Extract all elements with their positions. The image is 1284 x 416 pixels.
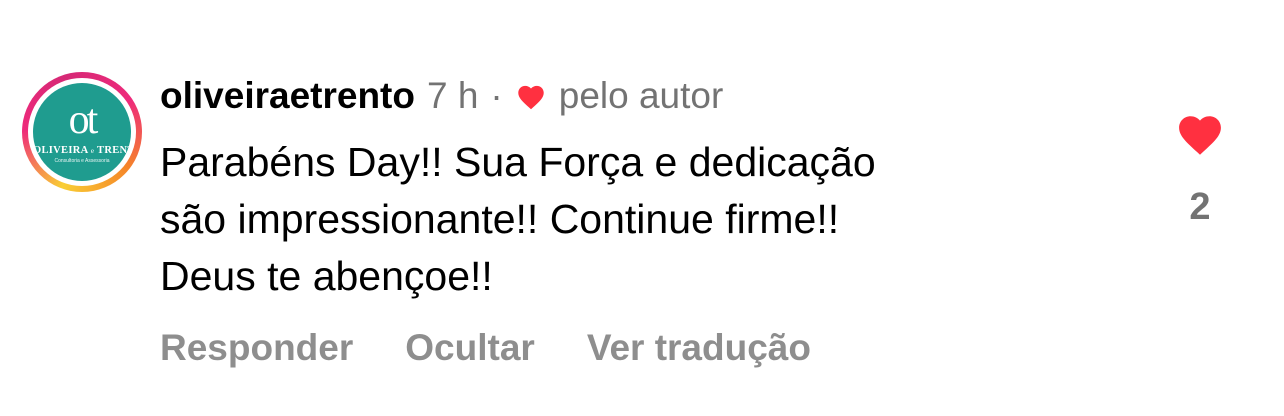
like-heart-icon[interactable] [1174,110,1226,156]
comment: ot OLIVEIRA e TRENTO Consultoria e Asses… [0,0,1284,416]
like-column: 2 [1160,110,1240,229]
avatar-brand-line-2: TRENTO [97,145,131,156]
avatar-monogram: ot [68,97,99,143]
reply-button[interactable]: Responder [160,327,353,369]
avatar-brand-connector: e [90,147,95,155]
avatar-ring-gap: ot OLIVEIRA e TRENTO Consultoria e Asses… [28,78,136,186]
liked-by-author-label: pelo autor [558,75,724,116]
comment-header: oliveiraetrento 7 h · pelo autor [160,72,723,120]
hide-button[interactable]: Ocultar [405,327,535,369]
separator-dot: · [490,75,503,116]
avatar-brand: OLIVEIRA e TRENTO [33,145,131,157]
comment-text-line: são impressionante!! Continue firme!! [160,196,840,242]
see-translation-button[interactable]: Ver tradução [587,327,811,369]
username[interactable]: oliveiraetrento [160,75,415,117]
timestamp: 7 h [426,75,479,116]
comment-text: Parabéns Day!! Sua Força e dedicação são… [160,134,1100,305]
avatar[interactable]: ot OLIVEIRA e TRENTO Consultoria e Asses… [33,83,131,181]
comment-text-line: Deus te abençoe!! [160,253,493,299]
heart-icon [518,85,544,110]
avatar-story-ring[interactable]: ot OLIVEIRA e TRENTO Consultoria e Asses… [22,72,142,192]
comment-text-line: Parabéns Day!! Sua Força e dedicação [160,139,876,185]
avatar-tagline: Consultoria e Assessoria [54,158,110,164]
like-count[interactable]: 2 [1160,186,1240,229]
comment-actions: Responder Ocultar Ver tradução [160,322,811,374]
avatar-brand-line-1: OLIVEIRA [33,145,88,156]
